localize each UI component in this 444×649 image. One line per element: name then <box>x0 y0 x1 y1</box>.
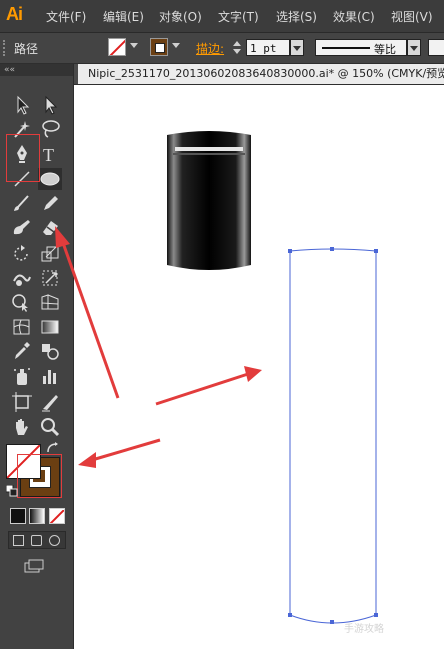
document-tab-bar: Nipic_2531170_20130602083640830000.ai* @… <box>74 64 444 85</box>
none-mode-button[interactable] <box>49 508 65 524</box>
perspective-grid-tool-icon[interactable] <box>38 291 62 313</box>
draw-modes-bar <box>8 531 66 549</box>
symbol-sprayer-tool-icon[interactable] <box>10 365 34 387</box>
artboard-canvas[interactable] <box>74 85 444 649</box>
document-tab[interactable]: Nipic_2531170_20130602083640830000.ai* @… <box>78 64 444 84</box>
paintbrush-tool-icon[interactable] <box>10 192 34 214</box>
menu-file[interactable]: 文件(F) <box>46 8 86 25</box>
stroke-weight-spinner[interactable] <box>230 40 244 56</box>
stroke-profile-field[interactable]: 等比 <box>315 39 407 56</box>
blob-brush-tool-icon[interactable] <box>10 216 34 238</box>
fill-none-swatch[interactable] <box>108 38 126 56</box>
stroke-swatch-highlight <box>17 454 62 498</box>
free-transform-tool-icon[interactable] <box>38 267 62 289</box>
tools-panel-header: «« <box>0 64 73 76</box>
shape-builder-tool-icon[interactable] <box>10 291 34 313</box>
draw-normal-icon[interactable] <box>13 535 24 546</box>
zoom-tool-icon[interactable] <box>38 416 62 438</box>
direct-selection-tool-icon[interactable] <box>38 94 62 116</box>
tools-panel: «« T <box>0 64 74 649</box>
svg-text:T: T <box>43 145 54 165</box>
menu-view[interactable]: 视图(V) <box>391 8 433 25</box>
collapse-icon[interactable]: «« <box>4 65 15 75</box>
artboard-tool-icon[interactable] <box>10 391 34 413</box>
object-type-label: 路径 <box>14 42 39 56</box>
menu-bar: Ai 文件(F) 编辑(E) 对象(O) 文字(T) 选择(S) 效果(C) 视… <box>0 0 444 33</box>
eraser-tool-icon[interactable] <box>38 216 62 238</box>
menu-effect[interactable]: 效果(C) <box>333 8 375 25</box>
lasso-tool-icon[interactable] <box>38 118 62 140</box>
draw-inside-icon[interactable] <box>49 535 60 546</box>
menu-select[interactable]: 选择(S) <box>276 8 317 25</box>
mesh-tool-icon[interactable] <box>10 316 34 338</box>
stroke-swatch[interactable] <box>150 38 168 56</box>
control-bar: 路径 描边: 1 pt 等比 <box>0 33 444 64</box>
eyedropper-tool-icon[interactable] <box>10 340 34 362</box>
scale-tool-icon[interactable] <box>38 243 62 265</box>
stroke-profile-dropdown[interactable] <box>407 39 421 56</box>
blend-tool-icon[interactable] <box>38 340 62 362</box>
stroke-label[interactable]: 描边: <box>196 40 224 57</box>
menu-edit[interactable]: 编辑(E) <box>103 8 144 25</box>
default-colors-icon[interactable] <box>6 485 18 497</box>
selected-path-outline[interactable] <box>284 245 384 629</box>
gradient-tool-icon[interactable] <box>38 316 62 338</box>
draw-behind-icon[interactable] <box>31 535 42 546</box>
watermark-text: 手游攻略 <box>344 624 384 635</box>
stroke-weight-field[interactable]: 1 pt <box>246 39 290 56</box>
fill-dropdown-icon[interactable] <box>130 43 138 48</box>
color-mode-button[interactable] <box>10 508 26 524</box>
rotate-tool-icon[interactable] <box>10 243 34 265</box>
ellipse-tool-icon[interactable] <box>38 168 62 190</box>
selection-tool-icon[interactable] <box>10 94 34 116</box>
column-graph-tool-icon[interactable] <box>38 365 62 387</box>
slice-tool-icon[interactable] <box>38 391 62 413</box>
gradient-mode-button[interactable] <box>29 508 45 524</box>
panel-grip[interactable] <box>3 40 8 56</box>
menu-type[interactable]: 文字(T) <box>218 8 259 25</box>
stroke-dropdown-icon[interactable] <box>172 43 180 48</box>
type-tool-icon[interactable]: T <box>38 143 62 165</box>
menu-object[interactable]: 对象(O) <box>159 8 202 25</box>
profile-line-icon <box>322 47 370 49</box>
warp-tool-icon[interactable] <box>10 267 34 289</box>
pencil-tool-icon[interactable] <box>38 192 62 214</box>
swap-fill-stroke-icon[interactable] <box>44 441 62 455</box>
stroke-profile-label: 等比 <box>374 43 396 56</box>
black-cylinder-shape[interactable] <box>165 129 253 273</box>
screen-mode-icon[interactable] <box>24 558 46 573</box>
pen-tool-highlight <box>6 134 40 182</box>
stroke-weight-dropdown[interactable] <box>290 39 304 56</box>
hand-tool-icon[interactable] <box>10 416 34 438</box>
brush-field[interactable] <box>428 39 444 56</box>
ai-logo: Ai <box>6 4 23 24</box>
